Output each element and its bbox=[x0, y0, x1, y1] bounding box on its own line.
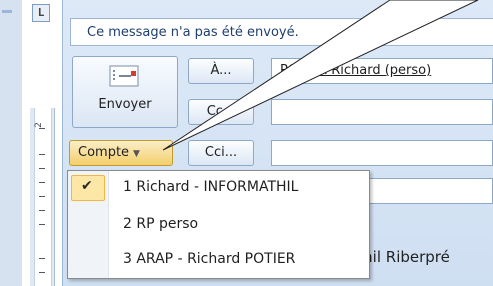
info-bar-message: Ce message n'a pas été envoyé. bbox=[87, 25, 299, 40]
cc-button[interactable]: Cc... bbox=[188, 99, 254, 125]
to-button[interactable]: À... bbox=[188, 58, 254, 84]
send-label: Envoyer bbox=[98, 97, 152, 112]
vertical-ruler: 2 bbox=[30, 108, 55, 286]
account-dropdown-menu: ✔ 1 Richard - INFORMATHIL 2 RP perso 3 A… bbox=[67, 170, 370, 279]
ruler-white-area bbox=[34, 108, 52, 286]
ruler-tick bbox=[39, 182, 45, 183]
checkmark-icon: ✔ bbox=[81, 178, 93, 194]
ruler-tick bbox=[39, 154, 45, 155]
ruler-tab-selector[interactable]: L bbox=[32, 4, 50, 22]
bcc-field[interactable] bbox=[271, 140, 493, 166]
left-edge-strip bbox=[0, 0, 22, 286]
menu-item-account-2[interactable]: 2 RP perso bbox=[69, 210, 368, 240]
menu-item-label: 1 Richard - INFORMATHIL bbox=[123, 179, 299, 195]
subject-field[interactable] bbox=[350, 178, 493, 204]
recipient-name[interactable]: POTIER Richard (perso) bbox=[280, 63, 431, 78]
to-field[interactable]: POTIER Richard (perso) bbox=[271, 58, 493, 84]
ruler-tick bbox=[39, 258, 45, 259]
ruler-tick bbox=[39, 224, 45, 225]
menu-item-account-3[interactable]: 3 ARAP - Richard POTIER bbox=[69, 245, 368, 275]
send-button[interactable]: Envoyer bbox=[72, 56, 178, 128]
chevron-down-icon: ▼ bbox=[133, 149, 140, 159]
account-button[interactable]: Compte ▼ bbox=[69, 140, 173, 166]
account-label: Compte bbox=[78, 145, 130, 160]
menu-item-label: 2 RP perso bbox=[123, 216, 199, 232]
menu-item-account-1[interactable]: ✔ 1 Richard - INFORMATHIL bbox=[69, 173, 368, 203]
ruler-number: 2 bbox=[33, 122, 44, 128]
edge-marker bbox=[2, 10, 12, 13]
ruler-tick bbox=[39, 196, 45, 197]
ruler-tick bbox=[39, 128, 45, 129]
bcc-button[interactable]: Cci... bbox=[188, 140, 254, 166]
ruler-tick bbox=[39, 210, 45, 211]
menu-item-label: 3 ARAP - Richard POTIER bbox=[123, 251, 296, 267]
cc-field[interactable] bbox=[271, 99, 493, 125]
info-bar: Ce message n'a pas été envoyé. bbox=[70, 18, 493, 46]
ruler-tick bbox=[39, 272, 45, 273]
ruler-tick bbox=[39, 168, 45, 169]
send-envelope-icon bbox=[109, 65, 139, 87]
